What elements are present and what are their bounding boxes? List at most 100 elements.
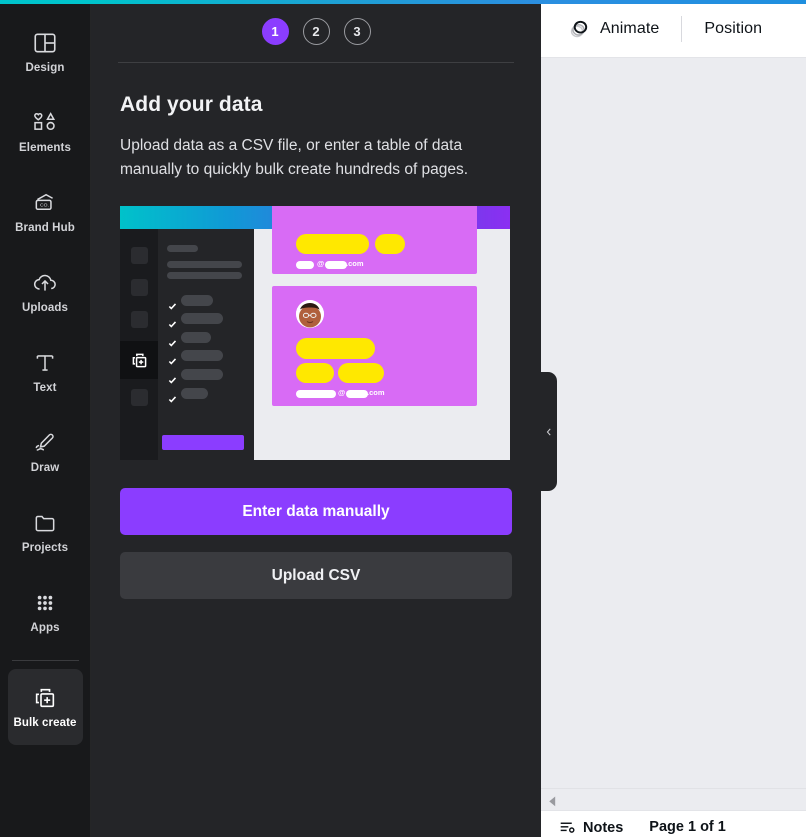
skeleton-bar xyxy=(181,350,223,362)
check-icon xyxy=(168,298,177,310)
horizontal-scrollbar[interactable] xyxy=(541,788,806,810)
animate-button[interactable]: Animate xyxy=(559,12,668,46)
enter-data-manually-button[interactable]: Enter data manually xyxy=(120,488,512,536)
yellow-pill xyxy=(296,234,369,255)
white-pill xyxy=(296,390,336,399)
pen-draw-icon xyxy=(32,430,58,456)
sidebar-item-label: Brand Hub xyxy=(15,221,75,234)
panel-actions: Enter data manually Upload CSV xyxy=(91,488,541,600)
at-symbol: @ xyxy=(317,259,325,269)
sidebar-item-bulk-create[interactable]: Bulk create xyxy=(7,669,83,745)
sidebar-item-label: Elements xyxy=(19,141,71,154)
step-2[interactable]: 2 xyxy=(302,17,330,45)
yellow-pill xyxy=(296,338,375,360)
mini-rail-item xyxy=(131,279,148,297)
sidebar-item-text[interactable]: Text xyxy=(8,334,83,410)
position-button[interactable]: Position xyxy=(695,12,771,46)
sidebar-item-label: Uploads xyxy=(21,301,69,314)
design-canvas[interactable] xyxy=(541,58,806,788)
bulk-create-copy-plus-icon xyxy=(130,351,149,370)
white-pill xyxy=(346,390,368,399)
panel-description: Upload data as a CSV file, or enter a ta… xyxy=(120,137,469,179)
illustration-card: @ .com xyxy=(272,286,477,407)
white-pill xyxy=(296,261,314,270)
mini-rail-item xyxy=(131,389,148,407)
avatar xyxy=(296,300,324,329)
canva-editor-window: Design Elements CO. Brand Hub Uploads Te… xyxy=(0,0,806,837)
sidebar-item-uploads[interactable]: Uploads xyxy=(8,254,83,330)
illustration-mini-list xyxy=(158,229,254,461)
skeleton-bar xyxy=(167,272,242,280)
top-accent-strip xyxy=(0,0,806,4)
step-1[interactable]: 1 xyxy=(261,17,289,45)
sidebar-item-label: Design xyxy=(25,61,65,74)
illustration-card: @ .com xyxy=(272,206,477,275)
bulk-create-panel: 1 2 3 Add your data Upload data as a CSV… xyxy=(91,0,541,837)
toolbar-divider xyxy=(681,15,683,42)
page-title: Add your data xyxy=(120,93,263,116)
skeleton-bar xyxy=(181,369,223,381)
sidebar-item-label: Bulk create xyxy=(13,716,77,729)
scroll-left-arrow-icon[interactable] xyxy=(548,794,557,807)
rail-divider xyxy=(11,660,79,661)
check-icon xyxy=(168,372,177,384)
check-icon xyxy=(168,391,177,403)
notes-button[interactable]: Notes xyxy=(559,819,623,836)
sidebar-item-label: Draw xyxy=(30,461,60,474)
notes-label: Notes xyxy=(583,819,624,836)
cloud-upload-icon xyxy=(32,270,58,296)
mini-cta-button xyxy=(162,435,244,451)
apps-grid-icon xyxy=(32,590,58,616)
design-layout-icon xyxy=(32,30,58,56)
skeleton-bar xyxy=(181,332,211,344)
svg-text:CO.: CO. xyxy=(40,202,49,208)
sidebar-item-elements[interactable]: Elements xyxy=(8,94,83,170)
yellow-pill xyxy=(375,234,405,255)
step-3[interactable]: 3 xyxy=(343,17,371,45)
editor-status-bar: Notes Page 1 of 1 xyxy=(541,810,806,837)
page-indicator-label: Page 1 of 1 xyxy=(649,819,726,835)
sidebar-item-draw[interactable]: Draw xyxy=(8,414,83,490)
shapes-icon xyxy=(32,110,58,136)
sidebar-item-label: Apps xyxy=(30,621,60,634)
skeleton-bar xyxy=(167,245,198,253)
upload-csv-button[interactable]: Upload CSV xyxy=(120,552,512,600)
mini-rail-active-item xyxy=(120,341,158,380)
position-label: Position xyxy=(704,19,763,37)
skeleton-bar xyxy=(181,388,208,400)
sidebar-item-apps[interactable]: Apps xyxy=(8,574,83,650)
editor-right-area: Animate Position Notes Page 1 of 1 xyxy=(541,0,806,837)
at-symbol: @ xyxy=(338,388,346,398)
panel-body: Add your data Upload data as a CSV file,… xyxy=(91,63,541,461)
sidebar-item-label: Projects xyxy=(21,541,69,554)
step-indicator: 1 2 3 xyxy=(91,0,541,62)
mini-rail-item xyxy=(131,311,148,329)
check-icon xyxy=(168,316,177,328)
sidebar-item-label: Text xyxy=(33,381,57,394)
animate-label: Animate xyxy=(600,19,660,37)
bulk-create-copy-plus-icon xyxy=(32,685,58,711)
email-suffix: .com xyxy=(367,388,385,398)
notes-lines-icon xyxy=(559,819,576,836)
illustration-canvas-area: @ .com @ .com xyxy=(254,206,510,461)
mini-rail-item xyxy=(131,247,148,265)
skeleton-bar xyxy=(167,261,242,269)
bulk-create-preview-illustration: @ .com @ .com xyxy=(120,206,510,461)
sidebar-item-design[interactable]: Design xyxy=(8,14,83,90)
skeleton-bar xyxy=(181,313,223,325)
yellow-pill xyxy=(338,363,384,384)
text-t-icon xyxy=(32,350,58,376)
email-suffix: .com xyxy=(346,259,364,269)
chevron-left-icon xyxy=(546,428,551,435)
check-icon xyxy=(168,335,177,347)
design-toolbar: Animate Position xyxy=(541,0,806,58)
left-tool-rail: Design Elements CO. Brand Hub Uploads Te… xyxy=(0,0,91,837)
sidebar-item-brand-hub[interactable]: CO. Brand Hub xyxy=(8,174,83,250)
sidebar-item-projects[interactable]: Projects xyxy=(8,494,83,570)
skeleton-bar xyxy=(181,295,213,307)
folder-icon xyxy=(32,510,58,536)
panel-collapse-handle[interactable] xyxy=(541,372,557,491)
page-indicator[interactable]: Page 1 of 1 xyxy=(649,819,726,835)
illustration-mini-rail xyxy=(120,229,158,461)
animate-rings-icon xyxy=(568,17,591,40)
